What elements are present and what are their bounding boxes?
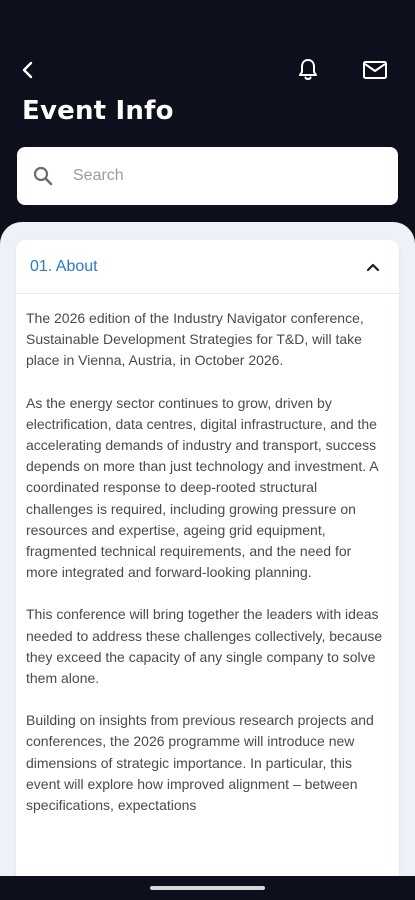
paragraph: This conference will bring together the … xyxy=(26,606,383,687)
section-title: 01. About xyxy=(30,257,98,275)
home-indicator[interactable] xyxy=(150,886,265,890)
search-icon xyxy=(31,164,55,188)
about-card: 01. About The 2026 edition of the Indust… xyxy=(16,240,399,900)
chevron-up-icon xyxy=(366,263,380,271)
paragraph: As the energy sector continues to grow, … xyxy=(26,394,378,581)
back-button[interactable] xyxy=(14,56,42,84)
paragraph: The 2026 edition of the Industry Navigat… xyxy=(26,310,364,369)
section-body: The 2026 edition of the Industry Navigat… xyxy=(16,294,399,816)
system-nav-bar xyxy=(0,876,415,900)
paragraph: Building on insights from previous resea… xyxy=(26,712,374,814)
screen: Event Info 01. About The 2026 edition of… xyxy=(0,0,415,900)
top-bar: Event Info xyxy=(0,0,415,126)
messages-button[interactable] xyxy=(360,56,390,84)
mail-icon xyxy=(363,61,387,79)
page-title: Event Info xyxy=(22,96,174,126)
search-bar[interactable] xyxy=(17,147,398,205)
collapse-button[interactable] xyxy=(361,255,385,279)
section-header[interactable]: 01. About xyxy=(16,240,399,294)
search-input[interactable] xyxy=(73,167,353,185)
chevron-left-icon xyxy=(22,61,33,79)
content-sheet: 01. About The 2026 edition of the Indust… xyxy=(0,222,415,900)
notifications-button[interactable] xyxy=(294,56,322,84)
bell-icon xyxy=(299,59,317,80)
